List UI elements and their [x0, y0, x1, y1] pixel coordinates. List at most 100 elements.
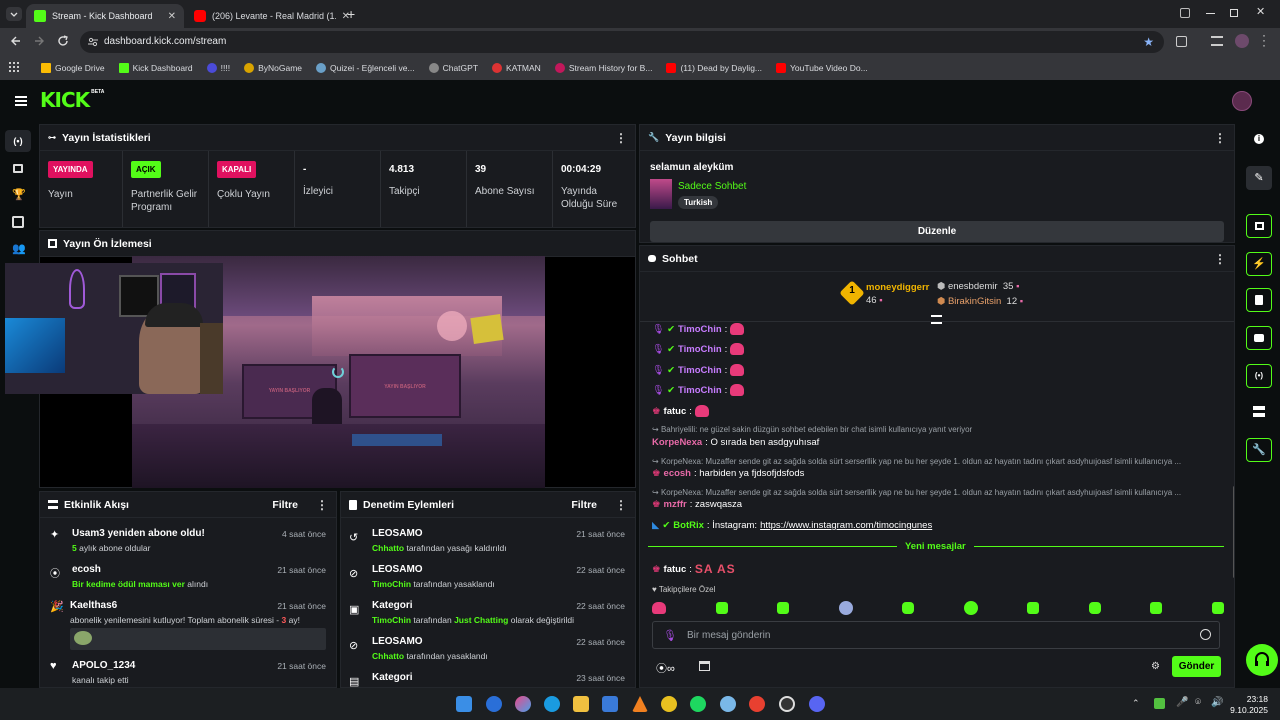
bookmark-bynogame[interactable]: ByNoGame [239, 63, 307, 73]
emote-kick-wink-icon[interactable] [1027, 602, 1040, 614]
stream-nav-icon[interactable]: (•) [5, 130, 31, 152]
gifter-name[interactable]: enesbdemir [948, 281, 998, 292]
chat-panel-icon[interactable] [1246, 326, 1272, 350]
filter-button[interactable]: Filtre [272, 499, 298, 511]
trophy-nav-icon[interactable]: 🏆 [12, 188, 26, 201]
bookmark-exclamation[interactable]: !!!! [202, 63, 235, 73]
more-options-icon[interactable]: ⋮ [1214, 253, 1226, 265]
emote-heart-icon[interactable] [652, 602, 666, 614]
file-explorer-icon[interactable] [573, 696, 589, 712]
wrench-panel-icon[interactable]: 🔧 [1246, 438, 1272, 462]
store-app-icon[interactable] [602, 696, 618, 712]
more-options-icon[interactable]: ⋮ [615, 499, 627, 511]
system-clock[interactable]: 23:18 9.10.2025 [1230, 694, 1268, 716]
edit-button[interactable]: Düzenle [650, 221, 1224, 242]
emote-kick-robot-icon[interactable] [963, 601, 978, 615]
category-link[interactable]: Sadece Sohbet [678, 181, 746, 192]
emoji-picker-icon[interactable] [1200, 629, 1211, 640]
send-button[interactable]: Gönder [1172, 656, 1221, 677]
support-headset-icon[interactable] [1246, 644, 1278, 676]
emote-alien-icon[interactable] [838, 601, 853, 615]
chat-username[interactable]: BotRix [673, 520, 704, 531]
site-info-icon[interactable] [88, 37, 98, 47]
chat-username[interactable]: KorpeNexa [652, 437, 702, 448]
reload-icon[interactable] [56, 34, 70, 48]
edge-icon[interactable] [544, 696, 560, 712]
bookmark-quizei[interactable]: Quizei - Eğlenceli ve... [311, 63, 420, 73]
bookmark-chatgpt[interactable]: ChatGPT [424, 63, 483, 73]
app-icon[interactable] [486, 696, 502, 712]
bookmark-star-icon[interactable]: ★ [1143, 31, 1154, 53]
bookmark-youtube-video[interactable]: YouTube Video Do... [771, 63, 873, 73]
broadcast-panel-icon[interactable]: (•) [1246, 364, 1272, 388]
filter-button[interactable]: Filtre [571, 499, 597, 511]
tray-chevron-icon[interactable]: ⌃ [1132, 698, 1140, 709]
emote-kick-face-icon[interactable] [715, 602, 728, 614]
reply-preview[interactable]: ↪ KorpeNexa: Muzaffer sende git az sağda… [652, 488, 1181, 497]
screen-capture-nav-icon[interactable] [12, 216, 24, 228]
windows-start-icon[interactable] [456, 696, 472, 712]
discord-icon[interactable] [809, 696, 825, 712]
tab-search-button[interactable] [6, 7, 22, 21]
top-gifter-name[interactable]: moneydiggerr [866, 282, 929, 293]
chat-username[interactable]: fatuc [664, 564, 687, 575]
maximize-icon[interactable] [1230, 9, 1238, 17]
kick-logo[interactable]: KICK BETA [40, 89, 104, 111]
chat-username[interactable]: TimoChin [678, 365, 722, 376]
bookmark-katman[interactable]: KATMAN [487, 63, 546, 73]
new-tab-icon[interactable]: + [347, 6, 355, 22]
browser-menu-icon[interactable]: · · · [1262, 29, 1266, 51]
bookmark-dead-by-daylight[interactable]: (11) Dead by Daylig... [661, 63, 767, 73]
microphone-icon[interactable]: 🎤 [1176, 697, 1188, 708]
chat-input[interactable]: 🎙 Bir mesaj gönderin [652, 621, 1220, 649]
forward-icon[interactable] [33, 34, 45, 48]
collapse-leaderboard-icon[interactable] [931, 315, 942, 324]
chrome-icon-2[interactable] [749, 696, 765, 712]
reply-preview[interactable]: ↪ KorpeNexa: Muzaffer sende git az sağda… [652, 457, 1181, 466]
apps-grid-icon[interactable] [9, 62, 19, 72]
user-avatar[interactable] [1232, 91, 1252, 111]
emote-kick-cool-icon[interactable] [1211, 602, 1224, 614]
scene-panel-icon[interactable] [1246, 214, 1272, 238]
chrome-icon[interactable] [661, 696, 677, 712]
chat-username[interactable]: TimoChin [678, 385, 722, 396]
window-close-icon[interactable]: ✕ [1256, 5, 1265, 18]
obs-icon[interactable] [779, 696, 795, 712]
back-icon[interactable] [10, 34, 22, 48]
profile-switch-icon[interactable] [1180, 8, 1190, 18]
lightning-icon[interactable]: ⚡ [1246, 252, 1272, 276]
emote-kick-tongue-icon[interactable] [1150, 602, 1163, 614]
reply-preview[interactable]: ↪ Bahriyelili: ne güzel sakin düzgün soh… [652, 425, 972, 434]
volume-icon[interactable]: 🔊 [1211, 697, 1223, 708]
chat-settings-gear-icon[interactable]: ⚙ [1151, 661, 1160, 672]
edit-pencil-icon[interactable]: ✎ [1246, 166, 1272, 190]
network-icon[interactable]: ⌾ [1195, 697, 1201, 708]
spotify-icon[interactable] [690, 696, 706, 712]
profile-avatar-icon[interactable] [1235, 34, 1249, 48]
gifter-name[interactable]: BirakinGitsin [948, 296, 1001, 307]
chat-username[interactable]: TimoChin [678, 324, 722, 335]
chat-username[interactable]: mzffr [664, 499, 687, 510]
store-icon[interactable] [699, 661, 710, 671]
users-nav-icon[interactable]: 👥 [12, 242, 26, 255]
close-icon[interactable]: ✕ [168, 11, 176, 22]
info-icon[interactable]: i [1254, 134, 1264, 144]
extensions-icon[interactable] [1176, 36, 1187, 47]
emote-kick-grin-icon[interactable] [1088, 602, 1101, 614]
vlc-icon[interactable] [632, 696, 648, 712]
notes-panel-icon[interactable] [1246, 288, 1272, 312]
minimize-icon[interactable] [1206, 13, 1215, 14]
bookmark-kick-dashboard[interactable]: Kick Dashboard [114, 63, 198, 73]
copilot-icon[interactable] [515, 696, 531, 712]
instagram-link[interactable]: https://www.instagram.com/timocingunes [760, 520, 932, 531]
more-options-icon[interactable]: ⋮ [615, 132, 627, 144]
chat-scrollbar[interactable] [1233, 486, 1234, 578]
bookmark-google-drive[interactable]: Google Drive [36, 63, 110, 73]
activity-feed-panel-icon[interactable] [1253, 406, 1265, 417]
analytics-nav-icon[interactable] [13, 164, 23, 173]
hamburger-menu-icon[interactable] [15, 96, 27, 106]
emote-kick-smile-icon[interactable] [902, 602, 915, 614]
media-controls-icon[interactable] [1211, 36, 1223, 46]
bookmark-stream-history[interactable]: Stream History for B... [550, 63, 658, 73]
new-messages-label[interactable]: Yeni mesajlar [897, 541, 974, 552]
